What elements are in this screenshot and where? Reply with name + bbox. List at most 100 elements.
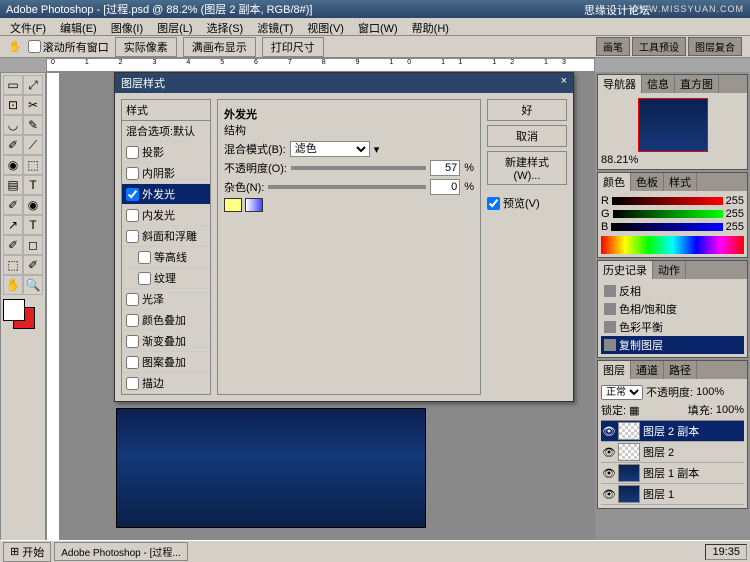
tool-stamp[interactable]: ◉ [3,155,23,175]
style-stroke[interactable]: 描边 [122,373,210,394]
menu-view[interactable]: 视图(V) [307,20,344,33]
eye-icon[interactable]: 👁 [603,446,615,458]
menu-edit[interactable]: 编辑(E) [60,20,97,33]
opacity-input[interactable] [430,160,460,176]
style-color-overlay[interactable]: 颜色叠加 [122,310,210,331]
tool-dodge[interactable]: ◉ [23,195,43,215]
eye-icon[interactable]: 👁 [603,425,615,437]
style-inner-shadow[interactable]: 内阴影 [122,163,210,184]
btn-print-size[interactable]: 打印尺寸 [262,37,324,57]
noise-slider[interactable] [268,185,426,189]
tool-brush[interactable]: ⟋ [23,135,43,155]
tab-histogram[interactable]: 直方图 [675,75,719,93]
new-style-button[interactable]: 新建样式(W)... [487,151,567,185]
style-outer-glow[interactable]: 外发光 [122,184,210,205]
color-swatches[interactable] [3,299,43,331]
menu-window[interactable]: 窗口(W) [358,20,398,33]
eye-icon[interactable]: 👁 [603,467,615,479]
style-satin[interactable]: 光泽 [122,289,210,310]
tool-type[interactable]: T [23,215,43,235]
windows-icon: ⊞ [10,545,19,558]
tool-history-brush[interactable]: ⬚ [23,155,43,175]
close-icon[interactable]: × [561,75,567,91]
tool-pen[interactable]: ✐ [3,235,23,255]
tool-blur[interactable]: ✐ [3,195,23,215]
tool-eyedropper[interactable]: ✐ [23,255,43,275]
style-bevel[interactable]: 斜面和浮雕 [122,226,210,247]
style-gradient-overlay[interactable]: 渐变叠加 [122,331,210,352]
style-settings: 外发光 结构 混合模式(B): 滤色 ▾ 不透明度(O): % [217,99,481,395]
tool-eraser[interactable]: ▤ [3,175,23,195]
tool-move[interactable]: ⤢ [23,75,43,95]
tool-marquee[interactable]: ▭ [3,75,23,95]
taskbar-app[interactable]: Adobe Photoshop - [过程... [54,542,188,561]
style-contour[interactable]: 等高线 [122,247,210,268]
tab-tool-presets[interactable]: 工具预设 [632,37,686,56]
tool-gradient[interactable]: T [23,175,43,195]
g-slider[interactable] [613,210,723,218]
tool-hand[interactable]: ✋ [3,275,23,295]
tool-heal[interactable]: ✐ [3,135,23,155]
style-pattern-overlay[interactable]: 图案叠加 [122,352,210,373]
layer-row[interactable]: 👁图层 1 副本 [601,463,744,484]
layer-row[interactable]: 👁图层 2 [601,442,744,463]
noise-input[interactable] [430,179,460,195]
history-item[interactable]: 色相/饱和度 [601,300,744,318]
menu-help[interactable]: 帮助(H) [412,20,449,33]
opacity-slider[interactable] [291,166,426,170]
history-item[interactable]: 反相 [601,282,744,300]
b-slider[interactable] [611,223,722,231]
menu-layer[interactable]: 图层(L) [157,20,192,33]
menu-select[interactable]: 选择(S) [207,20,244,33]
blend-mode-select[interactable]: 滤色 [290,141,370,157]
style-inner-glow[interactable]: 内发光 [122,205,210,226]
style-drop-shadow[interactable]: 投影 [122,142,210,163]
btn-fit-screen[interactable]: 满画布显示 [183,37,256,57]
history-item[interactable]: 色彩平衡 [601,318,744,336]
tool-wand[interactable]: ✂ [23,95,43,115]
tool-zoom[interactable]: 🔍 [23,275,43,295]
r-slider[interactable] [612,197,723,205]
tool-path[interactable]: ↗ [3,215,23,235]
tool-shape[interactable]: ◻ [23,235,43,255]
style-texture[interactable]: 纹理 [122,268,210,289]
menu-file[interactable]: 文件(F) [10,20,46,33]
preview-checkbox[interactable]: 预览(V) [487,195,567,211]
color-spectrum[interactable] [601,236,744,254]
ok-button[interactable]: 好 [487,99,567,121]
history-item[interactable]: 复制图层 [601,336,744,354]
tab-color[interactable]: 颜色 [598,173,631,191]
tab-navigator[interactable]: 导航器 [598,75,642,93]
blend-options-row[interactable]: 混合选项:默认 [122,121,210,142]
tab-styles[interactable]: 样式 [664,173,697,191]
tab-channels[interactable]: 通道 [631,361,664,379]
tab-info[interactable]: 信息 [642,75,675,93]
tab-paths[interactable]: 路径 [664,361,697,379]
glow-gradient-swatch[interactable] [245,198,263,212]
tab-swatches[interactable]: 色板 [631,173,664,191]
menu-filter[interactable]: 滤镜(T) [257,20,293,33]
tool-lasso[interactable]: ⊡ [3,95,23,115]
start-button[interactable]: ⊞开始 [3,542,51,562]
eye-icon[interactable]: 👁 [603,488,615,500]
btn-actual-pixels[interactable]: 实际像素 [115,37,177,57]
scroll-all-checkbox[interactable]: 滚动所有窗口 [28,39,109,55]
tab-brushes[interactable]: 画笔 [596,37,630,56]
document-image[interactable] [116,408,426,528]
tool-slice[interactable]: ✎ [23,115,43,135]
glow-color-swatch[interactable] [224,198,242,212]
blend-mode-select[interactable]: 正常 [601,385,643,400]
tool-notes[interactable]: ⬚ [3,255,23,275]
menu-image[interactable]: 图像(I) [111,20,143,33]
system-tray[interactable]: 19:35 [705,544,747,560]
tab-history[interactable]: 历史记录 [598,261,653,279]
cancel-button[interactable]: 取消 [487,125,567,147]
tool-crop[interactable]: ◡ [3,115,23,135]
dialog-titlebar[interactable]: 图层样式 × [115,73,573,93]
navigator-thumbnail[interactable] [638,98,708,152]
tab-layers[interactable]: 图层 [598,361,631,379]
tab-layer-comps[interactable]: 图层复合 [688,37,742,56]
layer-row[interactable]: 👁图层 1 [601,484,744,505]
tab-actions[interactable]: 动作 [653,261,686,279]
layer-row[interactable]: 👁图层 2 副本 [601,421,744,442]
